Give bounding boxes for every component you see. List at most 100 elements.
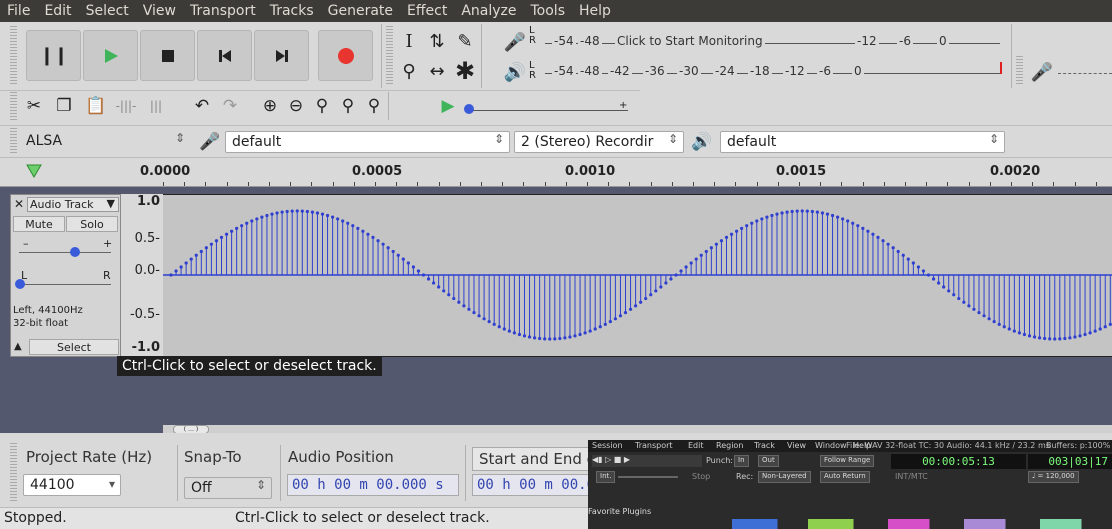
sample-point[interactable] xyxy=(174,269,178,273)
tools-grip[interactable] xyxy=(386,26,393,86)
sample-point[interactable] xyxy=(987,317,991,321)
ardour-tempo[interactable]: ♩ = 120,000 xyxy=(1028,471,1079,483)
sample-point[interactable] xyxy=(1038,336,1042,340)
sample-point[interactable] xyxy=(406,261,410,265)
play-speed-slider[interactable]: + xyxy=(464,100,628,114)
sample-point[interactable] xyxy=(1103,325,1107,329)
play-button[interactable] xyxy=(83,30,138,81)
ardour-follow-range-button[interactable]: Follow Range xyxy=(820,455,875,467)
sample-point[interactable] xyxy=(1088,331,1092,335)
sample-point[interactable] xyxy=(694,257,698,261)
sample-point[interactable] xyxy=(527,335,532,339)
sample-point[interactable] xyxy=(538,336,542,341)
sample-point[interactable] xyxy=(735,229,739,233)
sample-point[interactable] xyxy=(265,213,269,218)
playback-meter[interactable]: -54 -48 -42 -36 -30 -24 -18 -12 -6 0 xyxy=(545,63,1000,83)
pause-button[interactable]: ❙❙ xyxy=(26,30,81,81)
ardour-secondary-clock[interactable]: 003|03|17 xyxy=(1028,454,1112,469)
sample-point[interactable] xyxy=(361,229,365,233)
sample-point[interactable] xyxy=(472,311,476,315)
audio-position-field[interactable]: 00 h 00 m 00.000 s xyxy=(287,474,459,496)
sample-point[interactable] xyxy=(245,221,249,225)
sample-point[interactable] xyxy=(230,229,234,233)
ardour-non-layered-button[interactable]: Non-Layered xyxy=(758,471,811,483)
playback-device-select[interactable]: default ⇕ xyxy=(720,131,1005,153)
sample-point[interactable] xyxy=(972,307,976,311)
menu-item-generate[interactable]: Generate xyxy=(321,3,400,19)
sample-point[interactable] xyxy=(699,253,703,257)
sample-point[interactable] xyxy=(1068,336,1072,340)
selection-grip[interactable] xyxy=(10,443,17,503)
sample-point[interactable] xyxy=(416,269,421,273)
sample-point[interactable] xyxy=(901,253,905,257)
sample-point[interactable] xyxy=(224,232,229,236)
sample-point[interactable] xyxy=(452,296,456,301)
sample-point[interactable] xyxy=(851,221,855,225)
sample-point[interactable] xyxy=(613,317,617,321)
sample-point[interactable] xyxy=(669,277,673,281)
stop-button[interactable] xyxy=(140,30,195,81)
sample-point[interactable] xyxy=(947,289,951,293)
sample-point[interactable] xyxy=(331,215,335,219)
sample-point[interactable] xyxy=(1078,334,1082,338)
sample-point[interactable] xyxy=(921,269,926,273)
sample-point[interactable] xyxy=(876,235,880,239)
vertical-scale[interactable]: 1.0 0.5- 0.0- -0.5- -1.0 xyxy=(121,194,163,357)
ardour-menu-item[interactable]: Edit xyxy=(688,441,704,450)
sample-point[interactable] xyxy=(623,311,628,315)
menu-item-tracks[interactable]: Tracks xyxy=(263,3,321,19)
sample-point[interactable] xyxy=(376,239,380,243)
sample-point[interactable] xyxy=(1093,329,1097,333)
select-track-button[interactable]: Select xyxy=(29,339,119,355)
speaker-icon[interactable]: 🔊 xyxy=(503,60,527,84)
sample-point[interactable] xyxy=(295,209,299,213)
sample-point[interactable] xyxy=(280,210,284,214)
sample-point[interactable] xyxy=(856,224,860,228)
sample-point[interactable] xyxy=(219,235,224,239)
recording-channels-select[interactable]: 2 (Stereo) Recordir ⇕ xyxy=(514,131,684,153)
waveform-clip[interactable] xyxy=(163,194,1112,357)
sample-point[interactable] xyxy=(649,293,653,297)
sample-point[interactable] xyxy=(598,325,602,329)
sample-point[interactable] xyxy=(709,246,713,250)
solo-button[interactable]: Solo xyxy=(66,216,118,232)
silence-icon[interactable]: ||| xyxy=(144,94,168,118)
sample-point[interactable] xyxy=(325,213,330,218)
sample-point[interactable] xyxy=(815,210,820,214)
sample-point[interactable] xyxy=(634,304,638,308)
ardour-menu-item[interactable]: Session xyxy=(592,441,623,450)
sample-point[interactable] xyxy=(356,226,360,230)
sample-point[interactable] xyxy=(189,257,193,261)
skip-to-start-button[interactable] xyxy=(197,30,252,81)
sample-point[interactable] xyxy=(724,235,729,239)
fit-selection-icon[interactable]: ⚲ xyxy=(310,94,334,118)
sample-point[interactable] xyxy=(421,273,426,277)
sample-point[interactable] xyxy=(790,209,794,214)
sample-point[interactable] xyxy=(714,242,719,246)
menu-item-select[interactable]: Select xyxy=(79,3,136,19)
sample-point[interactable] xyxy=(805,209,809,213)
sample-point[interactable] xyxy=(729,232,734,236)
sample-point[interactable] xyxy=(285,209,289,214)
gain-slider[interactable]: – + xyxy=(15,237,115,259)
sample-point[interactable] xyxy=(659,285,663,289)
sample-point[interactable] xyxy=(836,215,840,219)
menu-item-transport[interactable]: Transport xyxy=(183,3,263,19)
sample-point[interactable] xyxy=(1007,327,1011,331)
sample-point[interactable] xyxy=(618,314,623,318)
sample-point[interactable] xyxy=(179,265,183,269)
sample-point[interactable] xyxy=(674,273,678,277)
sample-point[interactable] xyxy=(846,219,850,223)
sample-point[interactable] xyxy=(391,249,395,254)
zoom-toggle-icon[interactable]: ⚲ xyxy=(362,94,386,118)
sample-point[interactable] xyxy=(199,249,203,254)
sample-point[interactable] xyxy=(351,224,355,228)
sample-point[interactable] xyxy=(962,300,966,304)
sample-point[interactable] xyxy=(573,334,577,338)
microphone-icon[interactable]: 🎤 xyxy=(503,30,527,54)
mic-volume-slider[interactable] xyxy=(1058,73,1112,74)
fit-project-icon[interactable]: ⚲ xyxy=(336,94,360,118)
selection-tool-icon[interactable]: I xyxy=(397,29,421,53)
sample-point[interactable] xyxy=(982,314,986,318)
record-meter[interactable]: -54 -48 Click to Start Monitoring -12 -6 0 xyxy=(545,33,1000,53)
